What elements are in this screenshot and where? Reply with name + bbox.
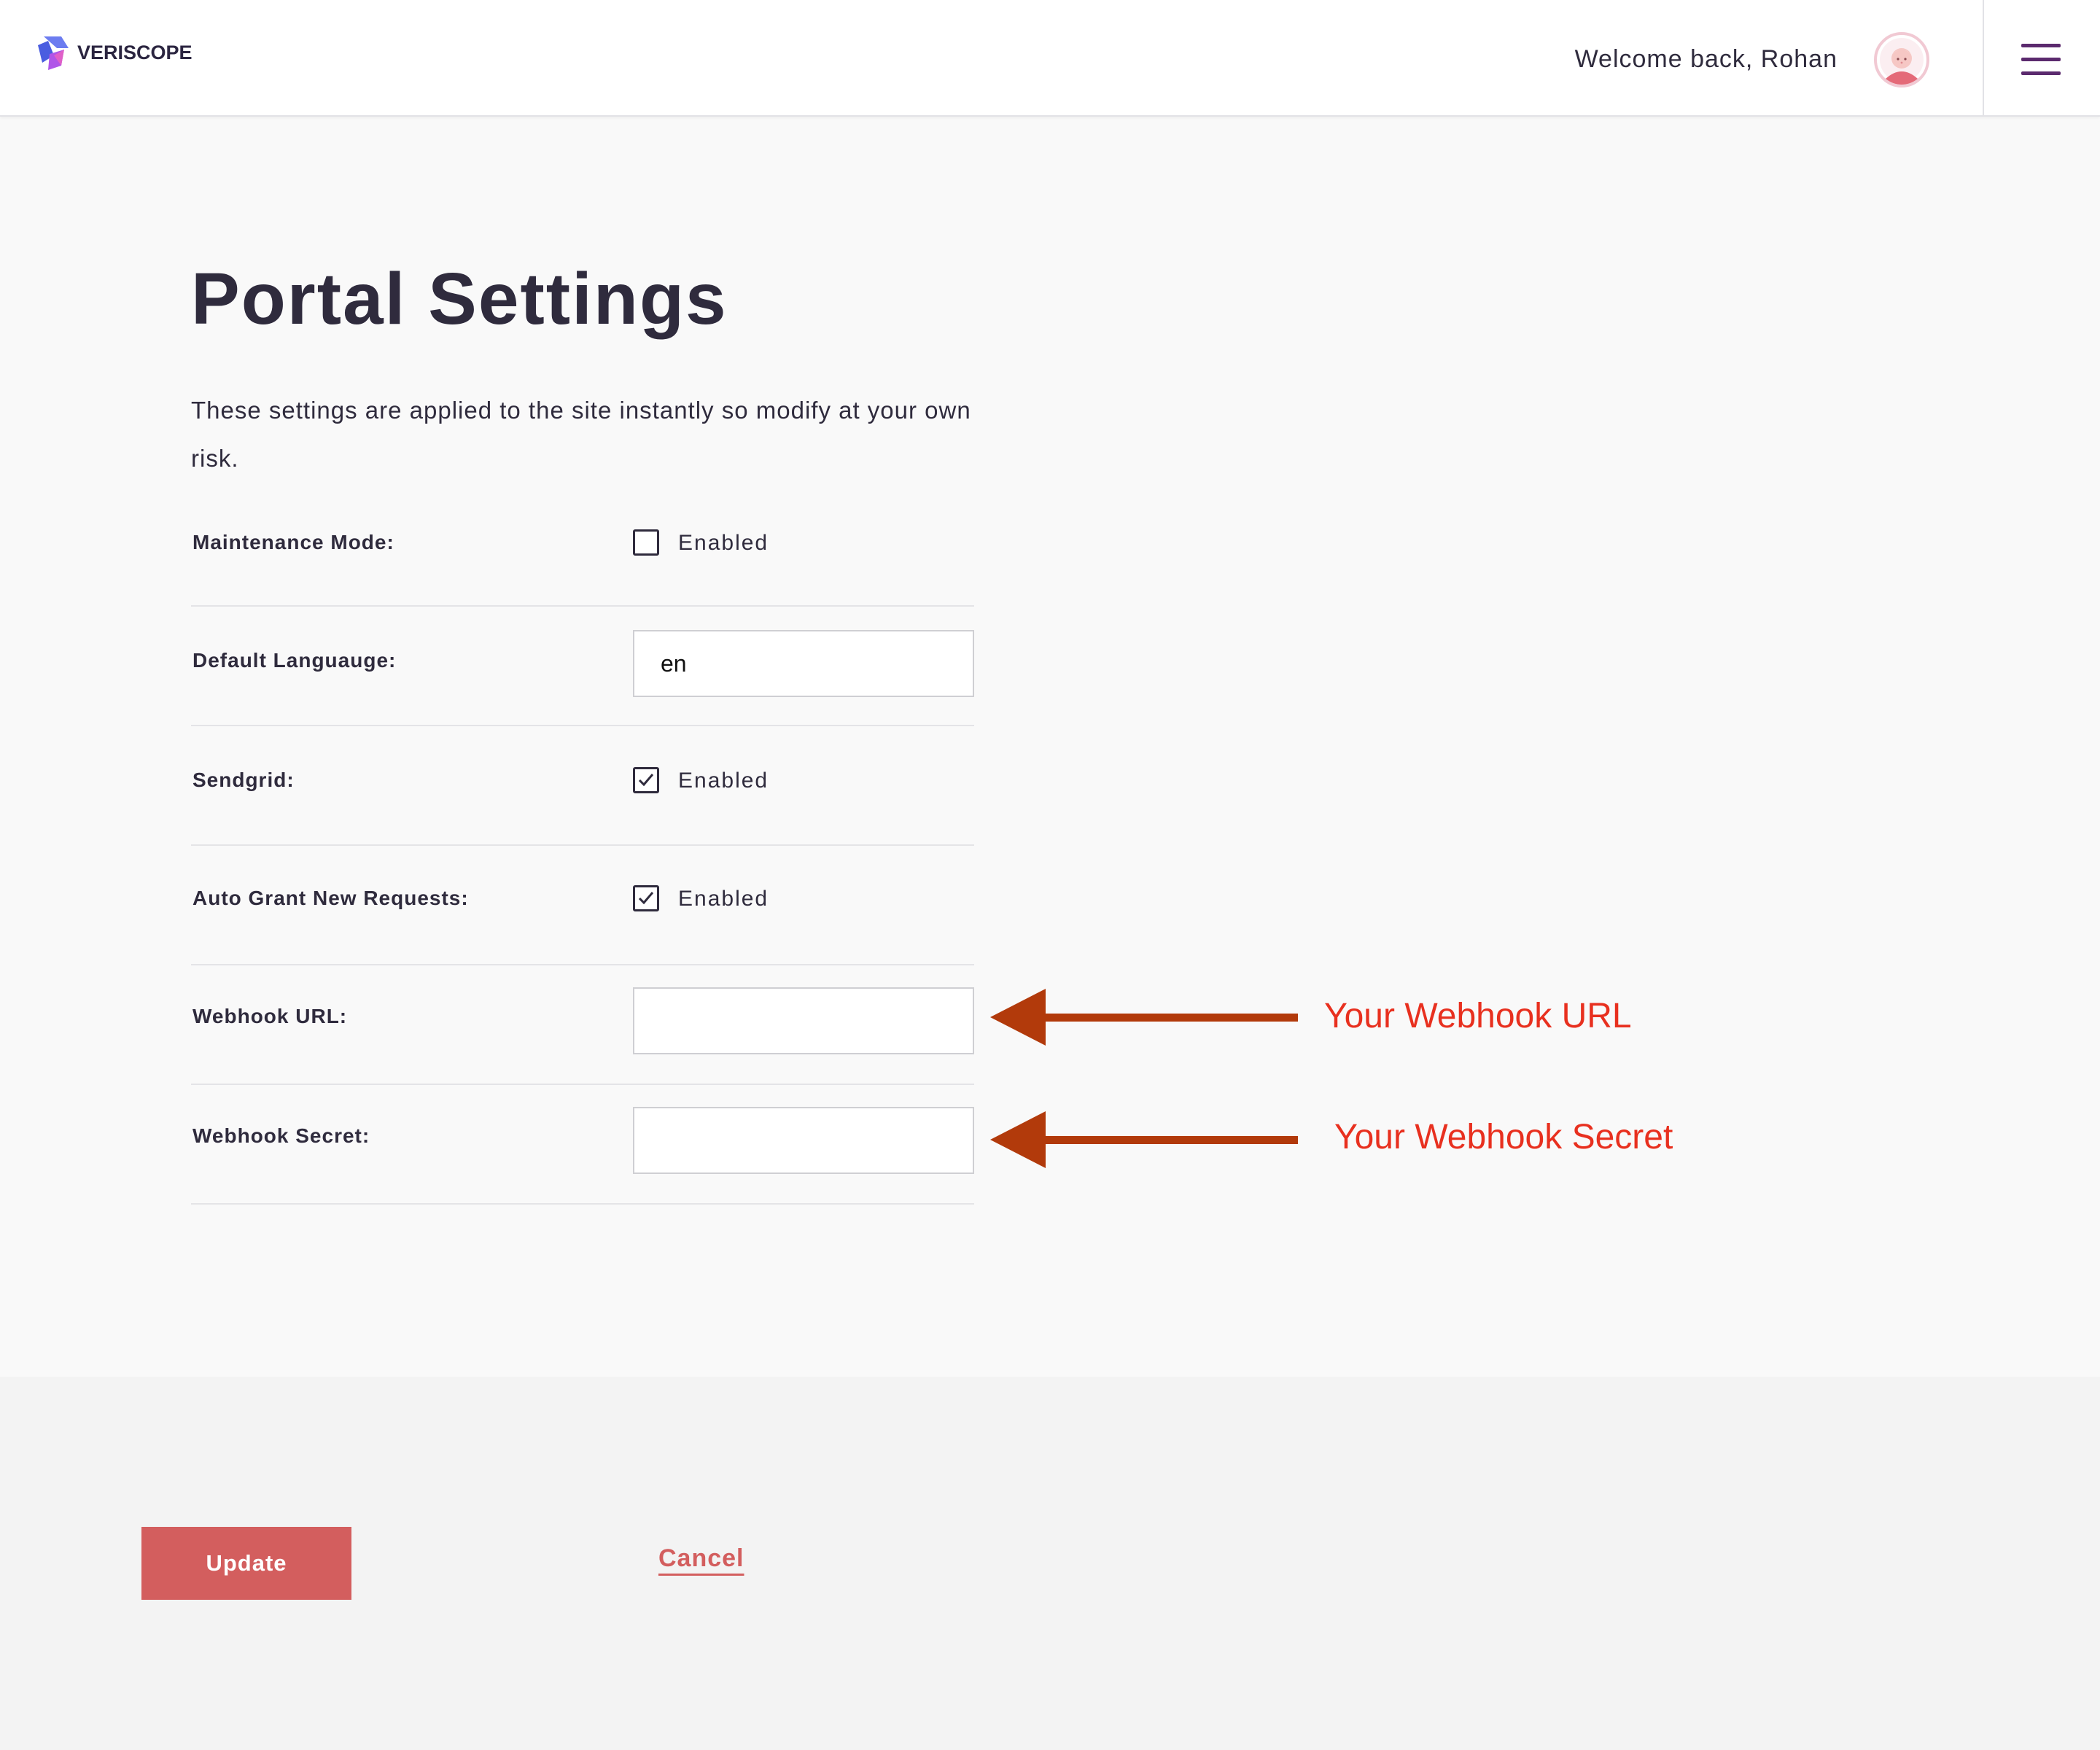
- maintenance-mode-label: Maintenance Mode:: [192, 531, 394, 553]
- setting-row-maintenance-mode: Maintenance Mode: Enabled: [191, 486, 974, 607]
- cancel-link[interactable]: Cancel: [658, 1544, 744, 1573]
- annotation-arrow-webhook-secret: [990, 1111, 1298, 1168]
- webhook-url-input[interactable]: [633, 987, 974, 1054]
- setting-row-default-language: Default Languauge:: [191, 605, 974, 726]
- webhook-secret-label: Webhook Secret:: [192, 1124, 370, 1147]
- annotation-webhook-secret: Your Webhook Secret: [1334, 1118, 1673, 1156]
- checkmark-icon: [638, 892, 654, 905]
- page-description: These settings are applied to the site i…: [191, 397, 971, 472]
- setting-row-auto-grant: Auto Grant New Requests: Enabled: [191, 844, 974, 965]
- default-language-input[interactable]: [633, 630, 974, 697]
- annotation-webhook-url: Your Webhook URL: [1324, 997, 1632, 1035]
- brand-logo[interactable]: VERISCOPE: [35, 34, 192, 71]
- webhook-secret-input[interactable]: [633, 1107, 974, 1174]
- user-avatar-icon[interactable]: [1874, 32, 1929, 88]
- sendgrid-label: Sendgrid:: [192, 769, 295, 791]
- auto-grant-option-label: Enabled: [678, 887, 769, 911]
- setting-row-sendgrid: Sendgrid: Enabled: [191, 725, 974, 846]
- maintenance-mode-checkbox[interactable]: [633, 529, 659, 556]
- action-footer: Update Cancel: [0, 1377, 2100, 1750]
- webhook-url-label: Webhook URL:: [192, 1005, 348, 1027]
- header-divider: [1983, 0, 1984, 115]
- welcome-message: Welcome back, Rohan: [1574, 45, 1838, 73]
- maintenance-mode-option-label: Enabled: [678, 531, 769, 555]
- veriscope-logo-icon: [38, 36, 69, 70]
- sendgrid-option-label: Enabled: [678, 769, 769, 793]
- setting-row-webhook-secret: Webhook Secret:: [191, 1084, 974, 1205]
- checkmark-icon: [638, 774, 654, 787]
- default-language-label: Default Languauge:: [192, 649, 397, 672]
- setting-row-webhook-url: Webhook URL:: [191, 964, 974, 1085]
- auto-grant-checkbox[interactable]: [633, 885, 659, 911]
- update-button[interactable]: Update: [141, 1527, 351, 1600]
- annotation-arrow-webhook-url: [990, 989, 1298, 1046]
- brand-name: VERISCOPE: [77, 41, 192, 63]
- auto-grant-label: Auto Grant New Requests:: [192, 887, 469, 909]
- sendgrid-checkbox[interactable]: [633, 767, 659, 793]
- hamburger-menu-icon[interactable]: [2020, 42, 2064, 77]
- page-title: Portal Settings: [191, 258, 728, 340]
- top-header: VERISCOPE Welcome back, Rohan: [0, 0, 2100, 117]
